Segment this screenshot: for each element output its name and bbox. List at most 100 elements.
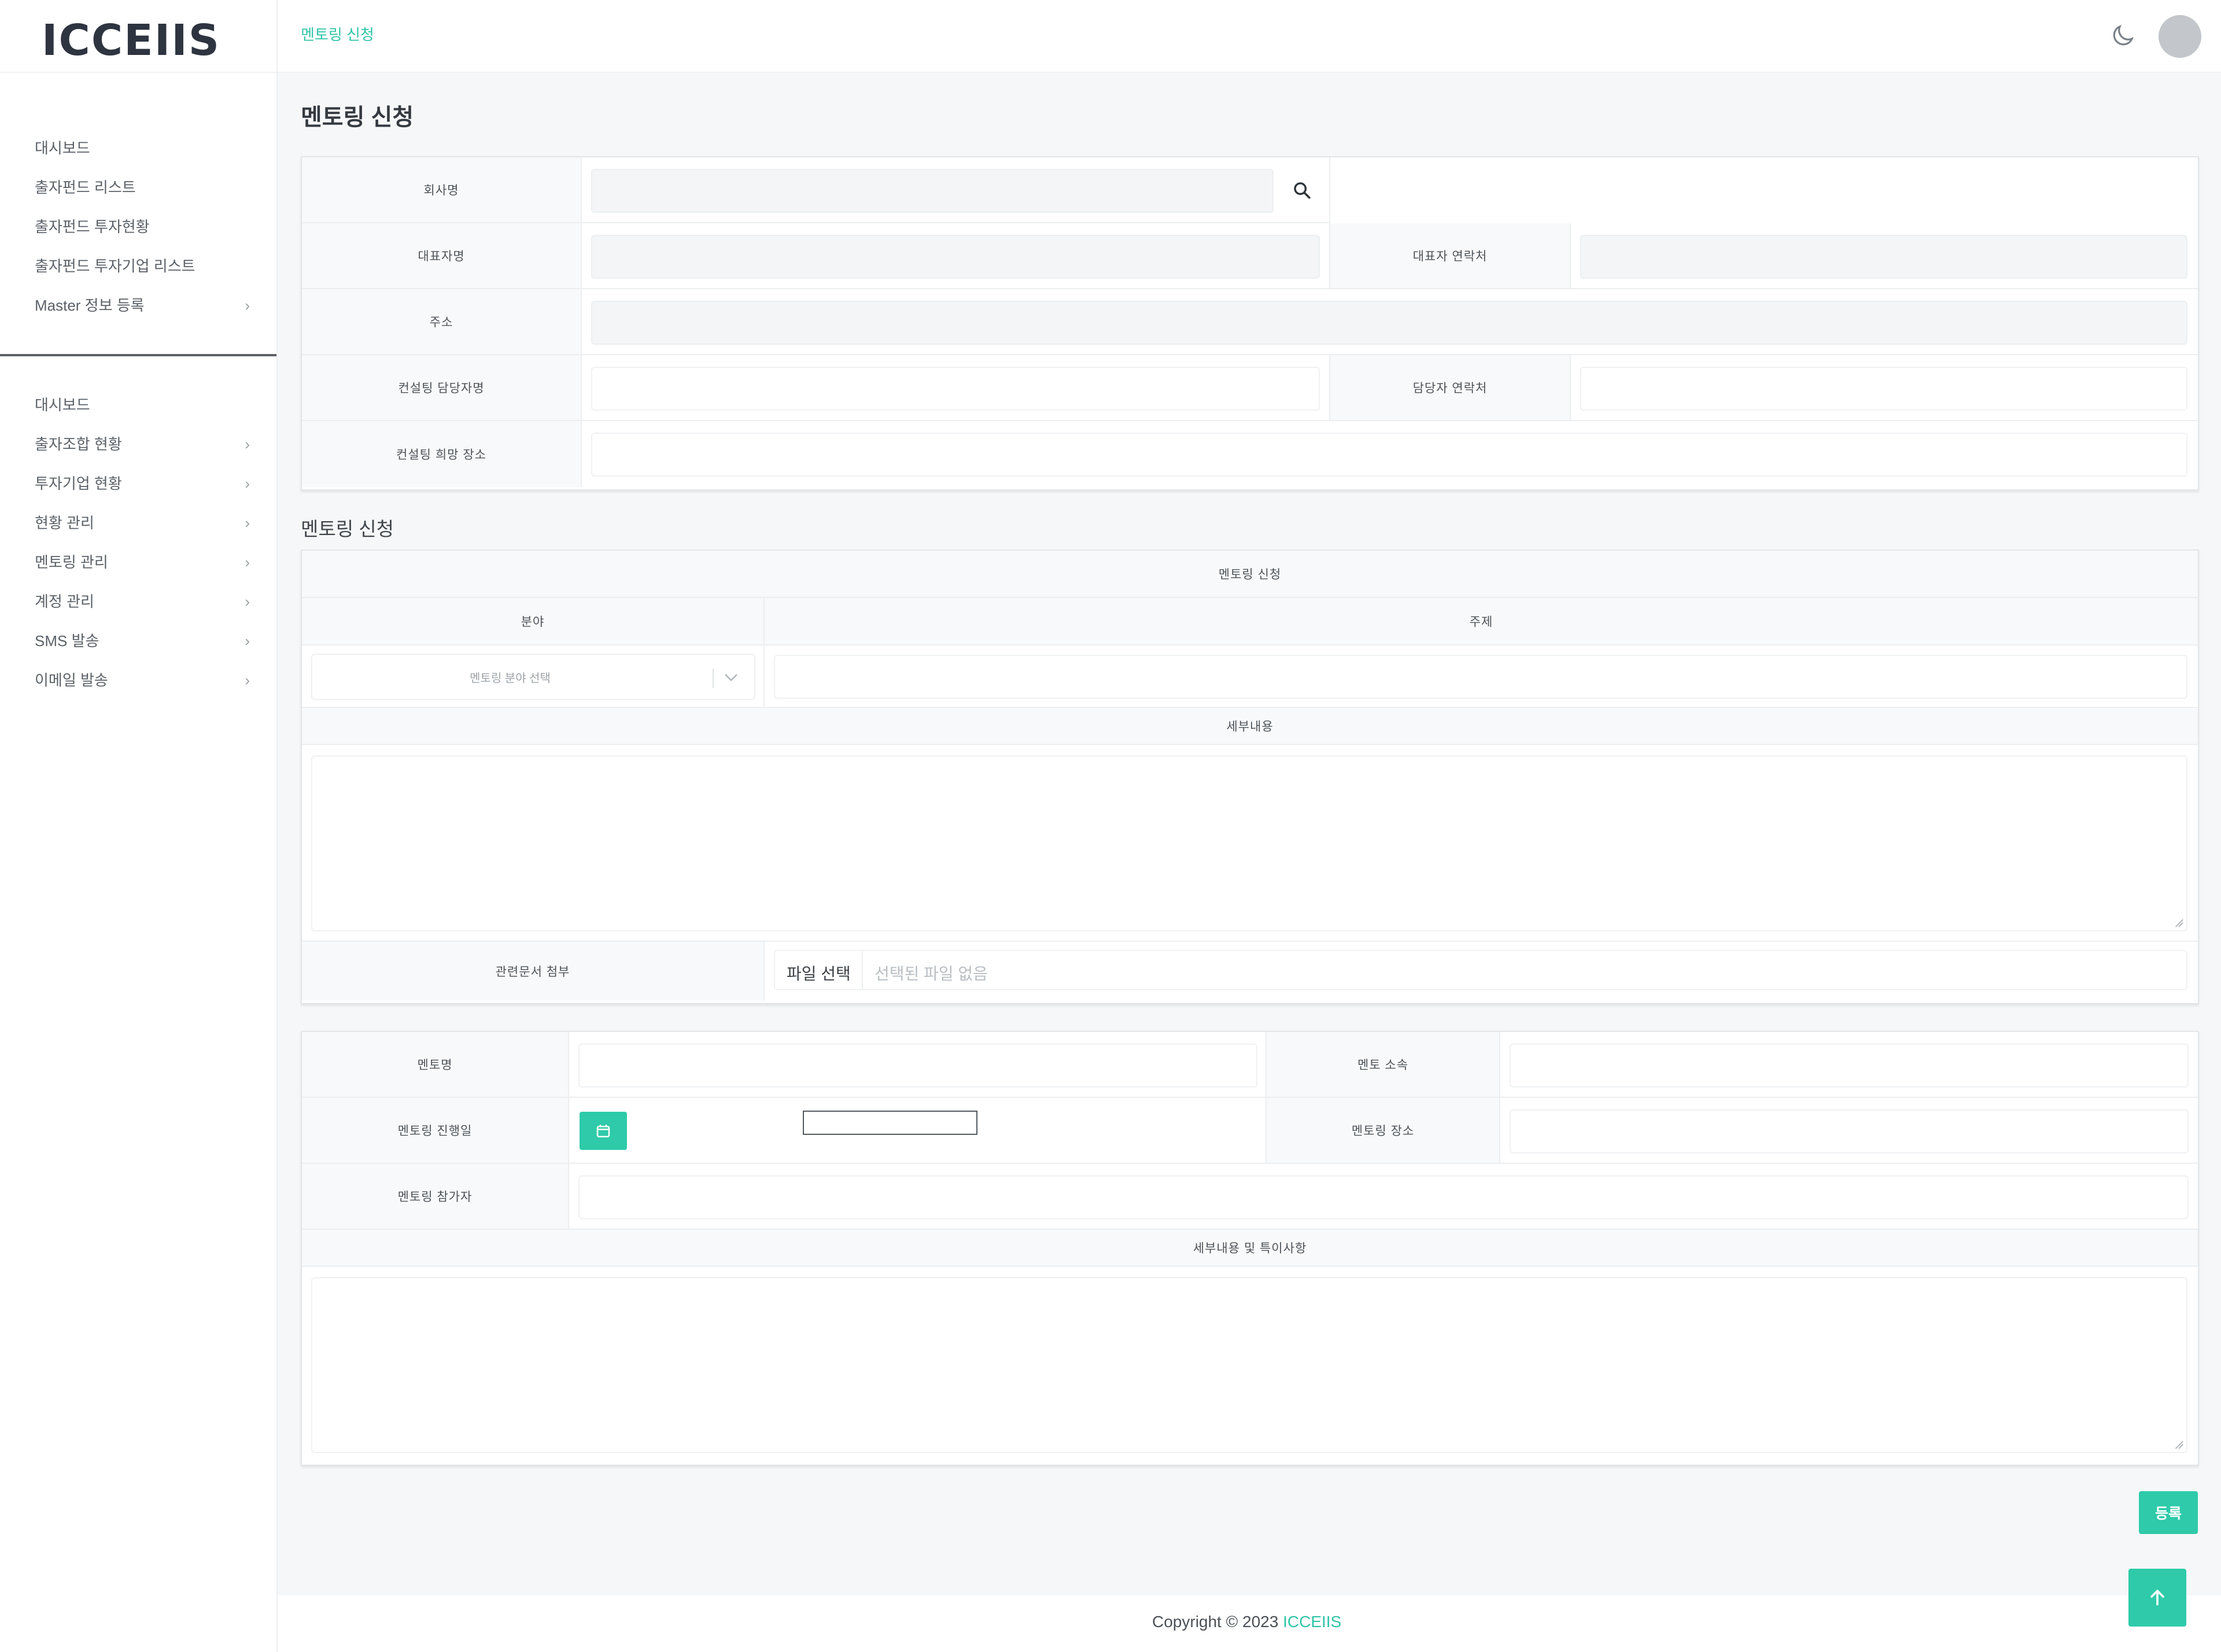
notes-textarea[interactable] (311, 1277, 2187, 1453)
file-input: 파일 선택 선택된 파일 없음 (774, 950, 2187, 990)
user-avatar[interactable] (2159, 15, 2201, 58)
sidebar-secondary-item[interactable]: 대시보드 (0, 385, 276, 425)
search-icon[interactable] (1292, 180, 1312, 200)
mentoring-field-select[interactable]: 멘토링 분야 선택 (311, 654, 755, 700)
participants-label: 멘토링 참가자 (302, 1164, 569, 1230)
sidebar-primary-item[interactable]: 대시보드 (0, 128, 276, 168)
consulting-place-cell (582, 421, 2198, 487)
sidebar-item-label: 대시보드 (35, 396, 90, 414)
company-name-cell (582, 157, 1330, 223)
sidebar-primary-item[interactable]: 출자펀드 투자기업 리스트 (0, 246, 276, 286)
mentoring-place-label: 멘토링 장소 (1267, 1098, 1500, 1164)
copyright-text: Copyright © 2023 ICCEIIS (1152, 1613, 1341, 1631)
sidebar-secondary-item[interactable]: 멘토링 관리 › (0, 543, 276, 582)
scroll-to-top-button[interactable] (2128, 1569, 2186, 1627)
file-select-button[interactable]: 파일 선택 (787, 961, 851, 984)
app-logo[interactable]: ICCEIIS (42, 13, 220, 68)
application-header: 멘토링 신청 (302, 551, 2198, 598)
sidebar-item-label: 계정 관리 (35, 593, 94, 610)
notes-label: 세부내용 및 특이사항 (302, 1230, 2198, 1267)
participants-input[interactable] (578, 1175, 2189, 1219)
chevron-right-icon: › (245, 297, 250, 314)
field-label: 분야 (302, 598, 765, 646)
sidebar-item-label: Master 정보 등록 (35, 297, 145, 314)
manager-contact-label: 담당자 연락처 (1330, 355, 1571, 421)
sidebar-menu-primary: 대시보드출자펀드 리스트출자펀드 투자현황출자펀드 투자기업 리스트 Master… (0, 128, 276, 325)
attachment-cell: 파일 선택 선택된 파일 없음 (765, 942, 2198, 1001)
consulting-place-label: 컨설팅 희망 장소 (302, 421, 582, 487)
sidebar-item-label: 대시보드 (35, 139, 90, 157)
sidebar-secondary-item[interactable]: 투자기업 현황 › (0, 464, 276, 503)
consulting-place-input[interactable] (591, 433, 2187, 477)
mentor-name-input[interactable] (578, 1043, 1257, 1087)
consulting-manager-cell (582, 355, 1330, 421)
sidebar-secondary-item[interactable]: 계정 관리 › (0, 582, 276, 621)
sidebar-item-label: 현황 관리 (35, 514, 94, 532)
ceo-name-cell (582, 223, 1330, 289)
mentoring-date-input[interactable] (803, 1111, 977, 1135)
sidebar-primary-item[interactable]: Master 정보 등록 › (0, 286, 276, 325)
consulting-manager-label: 컨설팅 담당자명 (302, 355, 582, 421)
resize-grip-icon[interactable] (2174, 1439, 2184, 1450)
sidebar-item-label: 투자기업 현황 (35, 475, 122, 492)
file-separator (862, 951, 863, 989)
address-input[interactable] (591, 301, 2187, 345)
address-label: 주소 (302, 289, 582, 355)
application-section-title: 멘토링 신청 (301, 518, 394, 540)
sidebar: ICCEIIS 대시보드 출자펀드 리스트 출자펀드 투자현황 출자펀드 투자기업 리… (0, 0, 278, 1652)
mentoring-application-card: 멘토링 신청 분야 주제 멘토링 분야 선택 세부내용 관련문서 첨부 파일 선… (301, 550, 2199, 1004)
detail-label: 세부내용 (302, 708, 2198, 745)
sidebar-item-label: 이메일 발송 (35, 672, 108, 689)
sidebar-secondary-item[interactable]: 현황 관리 › (0, 503, 276, 543)
mentoring-field-placeholder: 멘토링 분야 선택 (470, 672, 551, 685)
consulting-manager-input[interactable] (591, 367, 1320, 411)
topic-label: 주제 (765, 598, 2198, 646)
mentor-name-label: 멘토명 (302, 1032, 569, 1098)
chevron-right-icon: › (245, 436, 250, 453)
calendar-button[interactable] (580, 1112, 627, 1150)
sidebar-menu-secondary: 대시보드 출자조합 현황 › 투자기업 현황 › 현황 관리 › 멘토링 관리 › 계정 관리 › S… (0, 385, 276, 700)
select-separator (713, 669, 714, 688)
sidebar-secondary-item[interactable]: SMS 발송 › (0, 621, 276, 661)
sidebar-item-label: 출자펀드 리스트 (35, 179, 136, 196)
ceo-name-label: 대표자명 (302, 223, 582, 289)
top-header: 멘토링 신청 (278, 0, 2221, 73)
submit-button[interactable]: 등록 (2139, 1491, 2198, 1534)
topic-input[interactable] (774, 655, 2187, 699)
attachment-label: 관련문서 첨부 (302, 942, 765, 1001)
copyright-label: Copyright © 2023 (1152, 1613, 1279, 1631)
arrow-up-icon (2150, 1590, 2164, 1606)
manager-contact-cell (1571, 355, 2198, 421)
dark-mode-moon-icon[interactable] (2109, 22, 2137, 50)
sidebar-item-label: 출자펀드 투자기업 리스트 (35, 257, 195, 275)
sidebar-item-label: 출자펀드 투자현황 (35, 218, 150, 235)
field-select-cell: 멘토링 분야 선택 (302, 646, 765, 708)
mentoring-date-cell (569, 1098, 1267, 1164)
mentoring-place-input[interactable] (1510, 1109, 2189, 1153)
detail-textarea[interactable] (311, 755, 2187, 931)
sidebar-item-label: 출자조합 현황 (35, 436, 122, 453)
chevron-right-icon: › (245, 672, 250, 689)
manager-contact-input[interactable] (1580, 367, 2187, 411)
chevron-right-icon: › (245, 593, 250, 610)
sidebar-secondary-item[interactable]: 출자조합 현황 › (0, 425, 276, 464)
mentor-name-cell (569, 1032, 1267, 1098)
mentoring-date-label: 멘토링 진행일 (302, 1098, 569, 1164)
resize-grip-icon[interactable] (2174, 917, 2184, 928)
calendar-icon (596, 1124, 610, 1138)
address-cell (582, 289, 2198, 355)
breadcrumb[interactable]: 멘토링 신청 (301, 23, 374, 45)
ceo-contact-input[interactable] (1580, 235, 2187, 279)
file-status-text: 선택된 파일 없음 (875, 965, 988, 983)
sidebar-primary-item[interactable]: 출자펀드 리스트 (0, 168, 276, 207)
mentoring-place-cell (1500, 1098, 2198, 1164)
chevron-right-icon: › (245, 632, 250, 650)
footer: Copyright © 2023 ICCEIIS (278, 1595, 2221, 1652)
company-name-input[interactable] (591, 169, 1274, 213)
mentor-affiliation-input[interactable] (1510, 1043, 2189, 1087)
ceo-name-input[interactable] (591, 235, 1320, 279)
footer-brand-link[interactable]: ICCEIIS (1283, 1613, 1341, 1631)
sidebar-primary-item[interactable]: 출자펀드 투자현황 (0, 207, 276, 246)
sidebar-secondary-item[interactable]: 이메일 발송 › (0, 661, 276, 700)
chevron-right-icon: › (245, 554, 250, 571)
